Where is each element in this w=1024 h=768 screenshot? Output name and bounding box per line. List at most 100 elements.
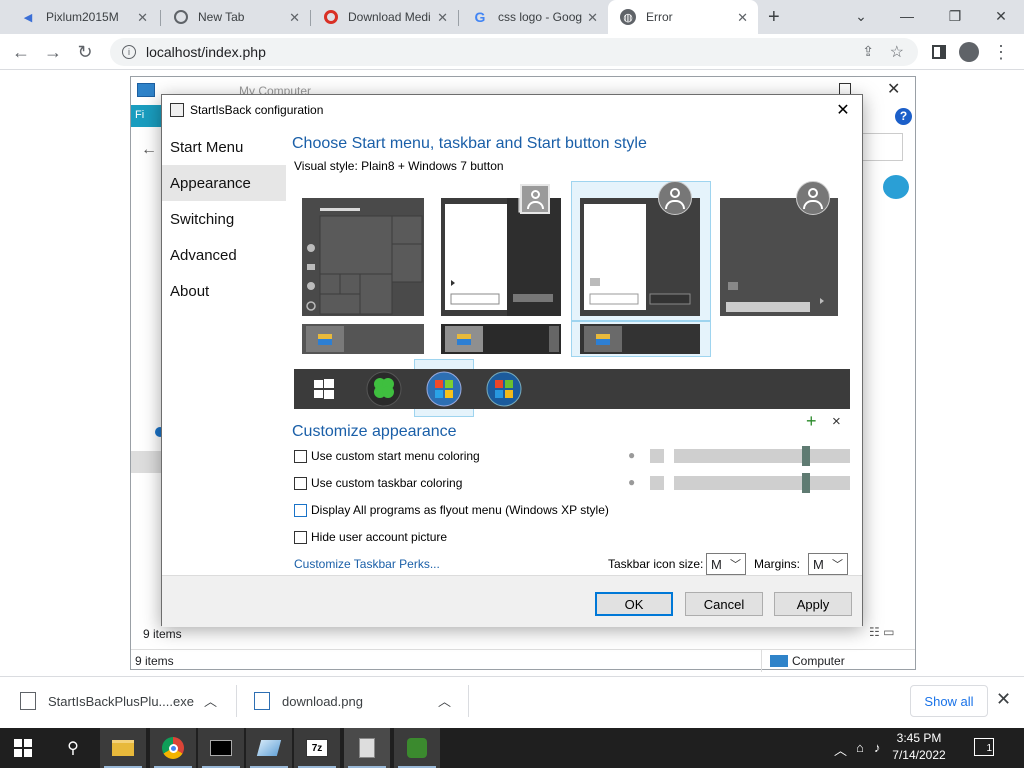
sidebar-selected-item[interactable]: [131, 451, 163, 473]
option-custom-taskbar-coloring[interactable]: Use custom taskbar coloring: [294, 476, 462, 490]
remove-style-button[interactable]: ×: [832, 413, 841, 430]
taskbar-app-window[interactable]: [246, 728, 292, 768]
apply-button[interactable]: Apply: [774, 592, 852, 616]
customize-taskbar-perks-link[interactable]: Customize Taskbar Perks...: [294, 557, 440, 571]
windows-vista-orb-button[interactable]: [486, 371, 522, 407]
start-menu-color-swatch[interactable]: [650, 449, 664, 463]
close-icon[interactable]: ✕: [737, 10, 748, 26]
chevron-up-icon[interactable]: ︿: [204, 691, 217, 710]
taskbar-chrome[interactable]: [150, 728, 196, 768]
tab-new-tab[interactable]: New Tab ✕: [162, 0, 310, 34]
option-custom-start-coloring[interactable]: Use custom start menu coloring: [294, 449, 480, 463]
taskbar-color-slider[interactable]: [674, 473, 850, 493]
start-menu-style-win7[interactable]: [441, 198, 561, 316]
ribbon-file-tab[interactable]: Fi: [131, 105, 163, 127]
close-icon[interactable]: ✕: [587, 10, 598, 26]
start-menu-style-win10[interactable]: [302, 198, 424, 316]
new-tab-button[interactable]: +: [768, 6, 780, 29]
system-clock[interactable]: 3:45 PM 7/14/2022: [890, 730, 948, 766]
profile-avatar-icon[interactable]: [956, 40, 982, 64]
network-globe-icon[interactable]: [883, 175, 909, 199]
view-toggle-icons[interactable]: ☷ ▭: [869, 625, 894, 639]
checkbox[interactable]: [294, 503, 307, 517]
close-icon[interactable]: ✕: [137, 10, 148, 26]
tab-search-icon[interactable]: ⌄: [838, 4, 884, 28]
close-icon[interactable]: ✕: [437, 10, 448, 26]
cancel-button[interactable]: Cancel: [685, 592, 763, 616]
taskbar-installer[interactable]: [394, 728, 440, 768]
help-icon[interactable]: ?: [895, 108, 912, 125]
start-menu-style-win8[interactable]: [720, 198, 838, 316]
nav-appearance[interactable]: Appearance: [162, 165, 286, 201]
taskbar-style-2[interactable]: [441, 324, 561, 354]
tab-download-media[interactable]: Download Medi ✕: [312, 0, 458, 34]
option-hide-user-picture[interactable]: Hide user account picture: [294, 530, 447, 544]
address-bar[interactable]: i localhost/index.php ⇪ ☆: [110, 38, 918, 66]
windows-logo-button[interactable]: [314, 379, 334, 399]
info-icon[interactable]: i: [122, 45, 136, 59]
tab-pixlum[interactable]: ◀ Pixlum2015M ✕: [8, 0, 158, 34]
volume-icon[interactable]: ♪: [874, 740, 881, 755]
close-icon[interactable]: ✕: [289, 10, 300, 26]
close-icon[interactable]: ✕: [996, 689, 1011, 710]
taskbar-icon-size-select[interactable]: M ﹀: [706, 553, 746, 575]
checkbox[interactable]: [294, 449, 307, 463]
network-icon[interactable]: ⌂: [856, 740, 864, 755]
bookmark-star-icon[interactable]: ☆: [890, 42, 904, 62]
close-icon[interactable]: ✕: [887, 79, 900, 99]
download-item-exe[interactable]: StartIsBackPlusPlu....exe ︿: [20, 677, 230, 725]
reload-icon[interactable]: ↻: [72, 40, 98, 64]
option-label: Display All programs as flyout menu (Win…: [311, 503, 609, 517]
status-location: Computer: [761, 650, 911, 672]
start-menu-style-plain8[interactable]: [580, 198, 700, 316]
add-style-button[interactable]: +: [806, 411, 817, 432]
taskbar-style-1[interactable]: [302, 324, 424, 354]
clock-date: 7/14/2022: [892, 748, 946, 762]
nav-advanced[interactable]: Advanced: [162, 237, 286, 273]
nav-about[interactable]: About: [162, 273, 286, 309]
tab-separator: [160, 10, 161, 26]
taskbar-color-swatch[interactable]: [650, 476, 664, 490]
slider-handle[interactable]: [802, 473, 810, 493]
search-button[interactable]: ⚲: [50, 728, 96, 768]
taskbar-style-3[interactable]: [580, 324, 700, 354]
margins-select[interactable]: M ﹀: [808, 553, 848, 575]
forward-arrow-icon[interactable]: →: [40, 40, 66, 64]
notification-center-icon[interactable]: 1: [974, 738, 994, 756]
share-icon[interactable]: ⇪: [862, 43, 874, 60]
download-item-png[interactable]: download.png ︿: [254, 677, 464, 725]
tab-css-logo[interactable]: G css logo - Goog ✕: [460, 0, 608, 34]
opera-icon: [324, 10, 338, 24]
tab-error[interactable]: ◍ Error ✕: [608, 0, 758, 34]
nav-switching[interactable]: Switching: [162, 201, 286, 237]
restore-icon[interactable]: ❐: [932, 4, 978, 28]
back-arrow-icon[interactable]: ←: [141, 141, 157, 159]
show-hidden-icons-icon[interactable]: ︿: [834, 740, 847, 759]
back-arrow-icon[interactable]: ←: [8, 40, 34, 64]
tab-separator: [310, 10, 311, 26]
close-icon[interactable]: ✕: [832, 99, 854, 121]
taskbar-startisback-config[interactable]: [344, 728, 390, 768]
menu-kebab-icon[interactable]: ⋮: [988, 40, 1014, 64]
show-all-button[interactable]: Show all: [910, 685, 988, 717]
checkbox[interactable]: [294, 476, 307, 490]
taskbar-7zip[interactable]: 7z: [294, 728, 340, 768]
installer-icon: [407, 738, 427, 758]
nav-start-menu[interactable]: Start Menu: [162, 129, 286, 165]
start-menu-color-slider[interactable]: [674, 446, 850, 466]
minimize-icon[interactable]: —: [884, 4, 930, 28]
clover-orb-button[interactable]: [366, 371, 402, 407]
globe-icon: ◍: [620, 9, 636, 25]
windows7-orb-button[interactable]: [426, 371, 462, 407]
side-panel-icon[interactable]: [926, 40, 952, 64]
checkbox[interactable]: [294, 530, 307, 544]
start-button[interactable]: [0, 728, 46, 768]
search-box[interactable]: [861, 133, 903, 161]
window-close-icon[interactable]: ✕: [978, 4, 1024, 28]
ok-button[interactable]: OK: [595, 592, 673, 616]
option-flyout-all-programs[interactable]: Display All programs as flyout menu (Win…: [294, 503, 609, 517]
taskbar-command-prompt[interactable]: [198, 728, 244, 768]
chevron-up-icon[interactable]: ︿: [438, 691, 451, 710]
slider-handle[interactable]: [802, 446, 810, 466]
taskbar-file-explorer[interactable]: [100, 728, 146, 768]
